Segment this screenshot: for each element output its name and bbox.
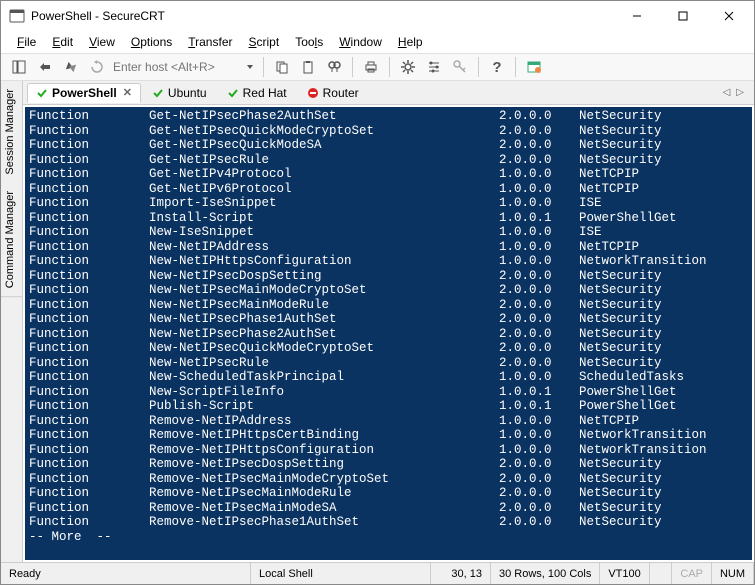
terminal-row: FunctionInstall-Script1.0.0.1PowerShellG…: [29, 211, 752, 226]
session-manager-icon[interactable]: [7, 55, 31, 79]
find-icon[interactable]: [322, 55, 346, 79]
tab-label: Router: [323, 86, 359, 100]
menu-help[interactable]: Help: [392, 33, 429, 51]
status-shell: Local Shell: [251, 563, 431, 584]
menu-view[interactable]: View: [83, 33, 121, 51]
terminal-row: FunctionRemove-NetIPHttpsCertBinding1.0.…: [29, 428, 752, 443]
terminal-row: FunctionNew-ScheduledTaskPrincipal1.0.0.…: [29, 370, 752, 385]
key-icon[interactable]: [448, 55, 472, 79]
terminal-row: FunctionRemove-NetIPsecPhase1AuthSet2.0.…: [29, 515, 752, 530]
terminal-row: FunctionNew-NetIPAddress1.0.0.0NetTCPIP: [29, 240, 752, 255]
terminal-row: FunctionNew-NetIPsecQuickModeCryptoSet2.…: [29, 341, 752, 356]
window-title: PowerShell - SecureCRT: [31, 9, 614, 23]
menu-file[interactable]: File: [11, 33, 42, 51]
status-size: 30 Rows, 100 Cols: [491, 563, 600, 584]
terminal-row: FunctionNew-NetIPsecDospSetting2.0.0.0Ne…: [29, 269, 752, 284]
terminal-row: FunctionNew-NetIPsecRule2.0.0.0NetSecuri…: [29, 356, 752, 371]
dropdown-icon[interactable]: [243, 55, 257, 79]
terminal-row: FunctionNew-NetIPsecPhase1AuthSet2.0.0.0…: [29, 312, 752, 327]
terminal-row: FunctionRemove-NetIPsecDospSetting2.0.0.…: [29, 457, 752, 472]
statusbar: Ready Local Shell 30, 13 30 Rows, 100 Co…: [1, 562, 754, 584]
menu-script[interactable]: Script: [243, 33, 286, 51]
settings-icon[interactable]: [396, 55, 420, 79]
terminal-row: FunctionRemove-NetIPsecMainModeRule2.0.0…: [29, 486, 752, 501]
terminal-row: FunctionGet-NetIPsecRule2.0.0.0NetSecuri…: [29, 153, 752, 168]
reconnect-icon[interactable]: [85, 55, 109, 79]
side-tabs: Session Manager Command Manager: [1, 81, 23, 562]
maximize-button[interactable]: [660, 1, 706, 31]
terminal-row: FunctionRemove-NetIPHttpsConfiguration1.…: [29, 443, 752, 458]
titlebar: PowerShell - SecureCRT: [1, 1, 754, 31]
tab-prev-icon[interactable]: ◁: [723, 87, 731, 98]
session-tab-router[interactable]: Router: [298, 83, 368, 103]
app-icon: [9, 8, 25, 24]
terminal[interactable]: FunctionGet-NetIPsecPhase2AuthSet2.0.0.0…: [25, 107, 752, 560]
terminal-row: FunctionGet-NetIPsecQuickModeCryptoSet2.…: [29, 124, 752, 139]
menu-tools[interactable]: Tools: [289, 33, 329, 51]
session-tab-red-hat[interactable]: Red Hat: [218, 83, 296, 103]
stop-icon: [307, 87, 319, 99]
status-cap: CAP: [672, 563, 712, 584]
check-icon: [36, 87, 48, 99]
close-icon[interactable]: ✕: [123, 86, 132, 99]
check-icon: [152, 87, 164, 99]
quick-connect-icon[interactable]: [33, 55, 57, 79]
session-tab-ubuntu[interactable]: Ubuntu: [143, 83, 216, 103]
print-icon[interactable]: [359, 55, 383, 79]
toolbar: ?: [1, 53, 754, 81]
copy-icon[interactable]: [270, 55, 294, 79]
menu-window[interactable]: Window: [333, 33, 388, 51]
terminal-row: FunctionNew-ScriptFileInfo1.0.0.1PowerSh…: [29, 385, 752, 400]
tab-label: Ubuntu: [168, 86, 207, 100]
tab-next-icon[interactable]: ▷: [736, 87, 744, 98]
status-pos: 30, 13: [431, 563, 491, 584]
menu-options[interactable]: Options: [125, 33, 178, 51]
terminal-row: FunctionImport-IseSnippet1.0.0.0ISE: [29, 196, 752, 211]
session-tabs: PowerShell ✕ Ubuntu Red Hat Router ◁ ▷: [23, 81, 754, 105]
sidetab-command-manager[interactable]: Command Manager: [1, 183, 22, 297]
terminal-row: FunctionGet-NetIPsecQuickModeSA2.0.0.0Ne…: [29, 138, 752, 153]
terminal-row: FunctionRemove-NetIPsecMainModeCryptoSet…: [29, 472, 752, 487]
terminal-row: FunctionGet-NetIPsecPhase2AuthSet2.0.0.0…: [29, 109, 752, 124]
terminal-row: FunctionNew-NetIPHttpsConfiguration1.0.0…: [29, 254, 752, 269]
properties-icon[interactable]: [422, 55, 446, 79]
check-icon: [227, 87, 239, 99]
sidetab-session-manager[interactable]: Session Manager: [1, 81, 22, 183]
terminal-row: FunctionRemove-NetIPsecMainModeSA2.0.0.0…: [29, 501, 752, 516]
terminal-row: FunctionPublish-Script1.0.0.1PowerShellG…: [29, 399, 752, 414]
terminal-row: FunctionGet-NetIPv6Protocol1.0.0.0NetTCP…: [29, 182, 752, 197]
terminal-row: FunctionGet-NetIPv4Protocol1.0.0.0NetTCP…: [29, 167, 752, 182]
menubar: File Edit View Options Transfer Script T…: [1, 31, 754, 53]
status-term: VT100: [600, 563, 649, 584]
more-prompt: -- More --: [29, 530, 752, 545]
securefx-icon[interactable]: [522, 55, 546, 79]
menu-transfer[interactable]: Transfer: [182, 33, 238, 51]
paste-icon[interactable]: [296, 55, 320, 79]
status-ready: Ready: [1, 563, 251, 584]
minimize-button[interactable]: [614, 1, 660, 31]
terminal-row: FunctionNew-NetIPsecPhase2AuthSet2.0.0.0…: [29, 327, 752, 342]
help-icon[interactable]: ?: [485, 55, 509, 79]
close-button[interactable]: [706, 1, 752, 31]
tab-label: PowerShell: [52, 86, 117, 100]
terminal-row: FunctionRemove-NetIPAddress1.0.0.0NetTCP…: [29, 414, 752, 429]
tab-label: Red Hat: [243, 86, 287, 100]
status-num: NUM: [712, 563, 754, 584]
terminal-row: FunctionNew-NetIPsecMainModeRule2.0.0.0N…: [29, 298, 752, 313]
session-tab-powershell[interactable]: PowerShell ✕: [27, 83, 141, 103]
terminal-row: FunctionNew-NetIPsecMainModeCryptoSet2.0…: [29, 283, 752, 298]
menu-edit[interactable]: Edit: [46, 33, 79, 51]
host-input[interactable]: [111, 58, 241, 76]
connect-icon[interactable]: [59, 55, 83, 79]
terminal-row: FunctionNew-IseSnippet1.0.0.0ISE: [29, 225, 752, 240]
